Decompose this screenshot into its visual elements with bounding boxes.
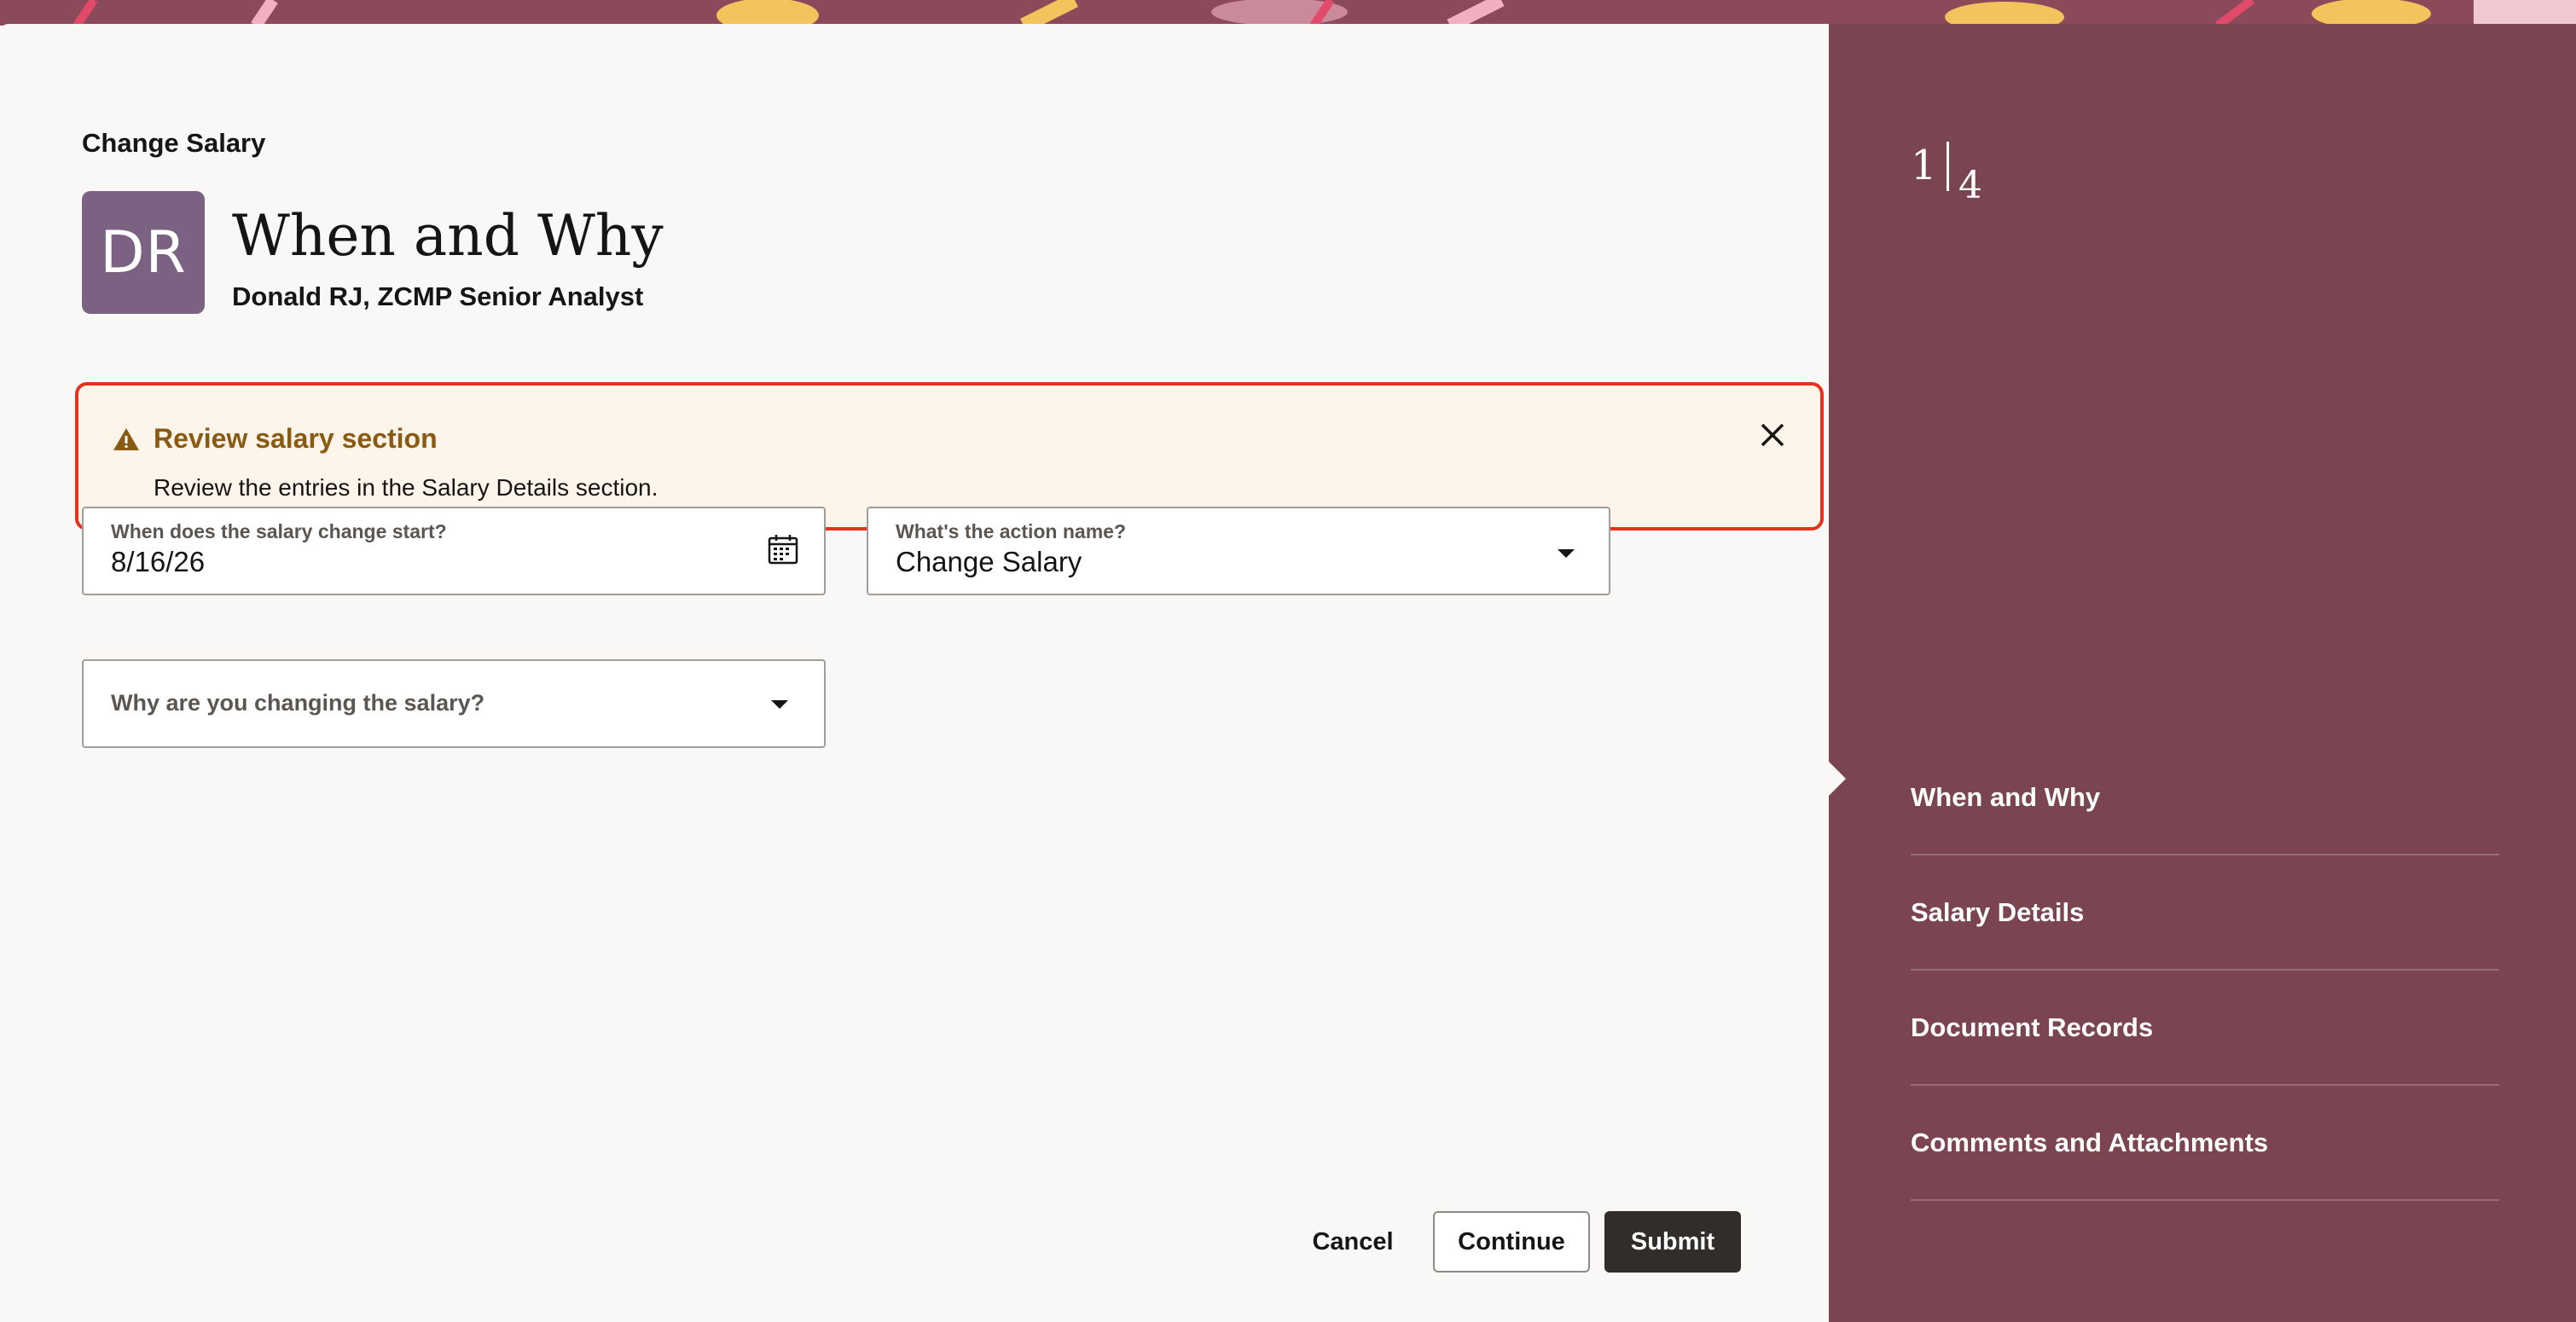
warning-icon bbox=[113, 428, 139, 450]
reason-select[interactable]: Why are you changing the salary? bbox=[82, 659, 826, 748]
step-label: When and Why bbox=[1911, 781, 2101, 812]
progress-panel: 1 4 When and Why Salary Details Document… bbox=[1829, 24, 2576, 1322]
start-date-field[interactable]: When does the salary change start? 8/16/… bbox=[82, 507, 826, 595]
calendar-icon[interactable] bbox=[768, 534, 798, 565]
action-name-select[interactable]: What's the action name? Change Salary bbox=[867, 507, 1610, 595]
reason-placeholder: Why are you changing the salary? bbox=[111, 690, 485, 716]
active-step-pointer bbox=[1829, 762, 1846, 796]
flow-title: Change Salary bbox=[82, 128, 266, 158]
continue-button[interactable]: Continue bbox=[1433, 1211, 1590, 1273]
submit-button[interactable]: Submit bbox=[1604, 1211, 1741, 1273]
close-icon[interactable] bbox=[1755, 418, 1790, 452]
step-when-and-why[interactable]: When and Why bbox=[1911, 740, 2499, 855]
main-panel: Change Salary DR When and Why Donald RJ,… bbox=[0, 24, 1829, 1322]
step-salary-details[interactable]: Salary Details bbox=[1911, 855, 2499, 971]
step-label: Document Records bbox=[1911, 1012, 2154, 1042]
step-document-records[interactable]: Document Records bbox=[1911, 971, 2499, 1086]
chevron-down-icon[interactable] bbox=[771, 700, 788, 709]
page-title: When and Why bbox=[232, 203, 664, 269]
step-label: Comments and Attachments bbox=[1911, 1127, 2269, 1157]
step-comments-and-attachments[interactable]: Comments and Attachments bbox=[1911, 1086, 2499, 1201]
decorative-banner bbox=[0, 0, 2576, 26]
step-counter-divider bbox=[1947, 142, 1949, 191]
current-step-number: 1 bbox=[1911, 142, 1937, 189]
action-name-label: What's the action name? bbox=[896, 520, 1127, 542]
action-name-value[interactable]: Change Salary bbox=[896, 546, 1082, 578]
alert-message: Review the entries in the Salary Details… bbox=[154, 474, 659, 501]
start-date-value[interactable]: 8/16/26 bbox=[111, 546, 205, 578]
avatar: DR bbox=[82, 191, 205, 314]
banner-pattern bbox=[0, 0, 2576, 26]
cancel-button[interactable]: Cancel bbox=[1300, 1211, 1406, 1273]
total-steps-number: 4 bbox=[1958, 164, 1982, 207]
alert-title: Review salary section bbox=[154, 423, 438, 454]
chevron-down-icon[interactable] bbox=[1558, 549, 1575, 558]
step-label: Salary Details bbox=[1911, 896, 2085, 927]
person-subtitle: Donald RJ, ZCMP Senior Analyst bbox=[232, 281, 644, 311]
start-date-label: When does the salary change start? bbox=[111, 520, 447, 542]
step-list: When and Why Salary Details Document Rec… bbox=[1911, 740, 2499, 1201]
